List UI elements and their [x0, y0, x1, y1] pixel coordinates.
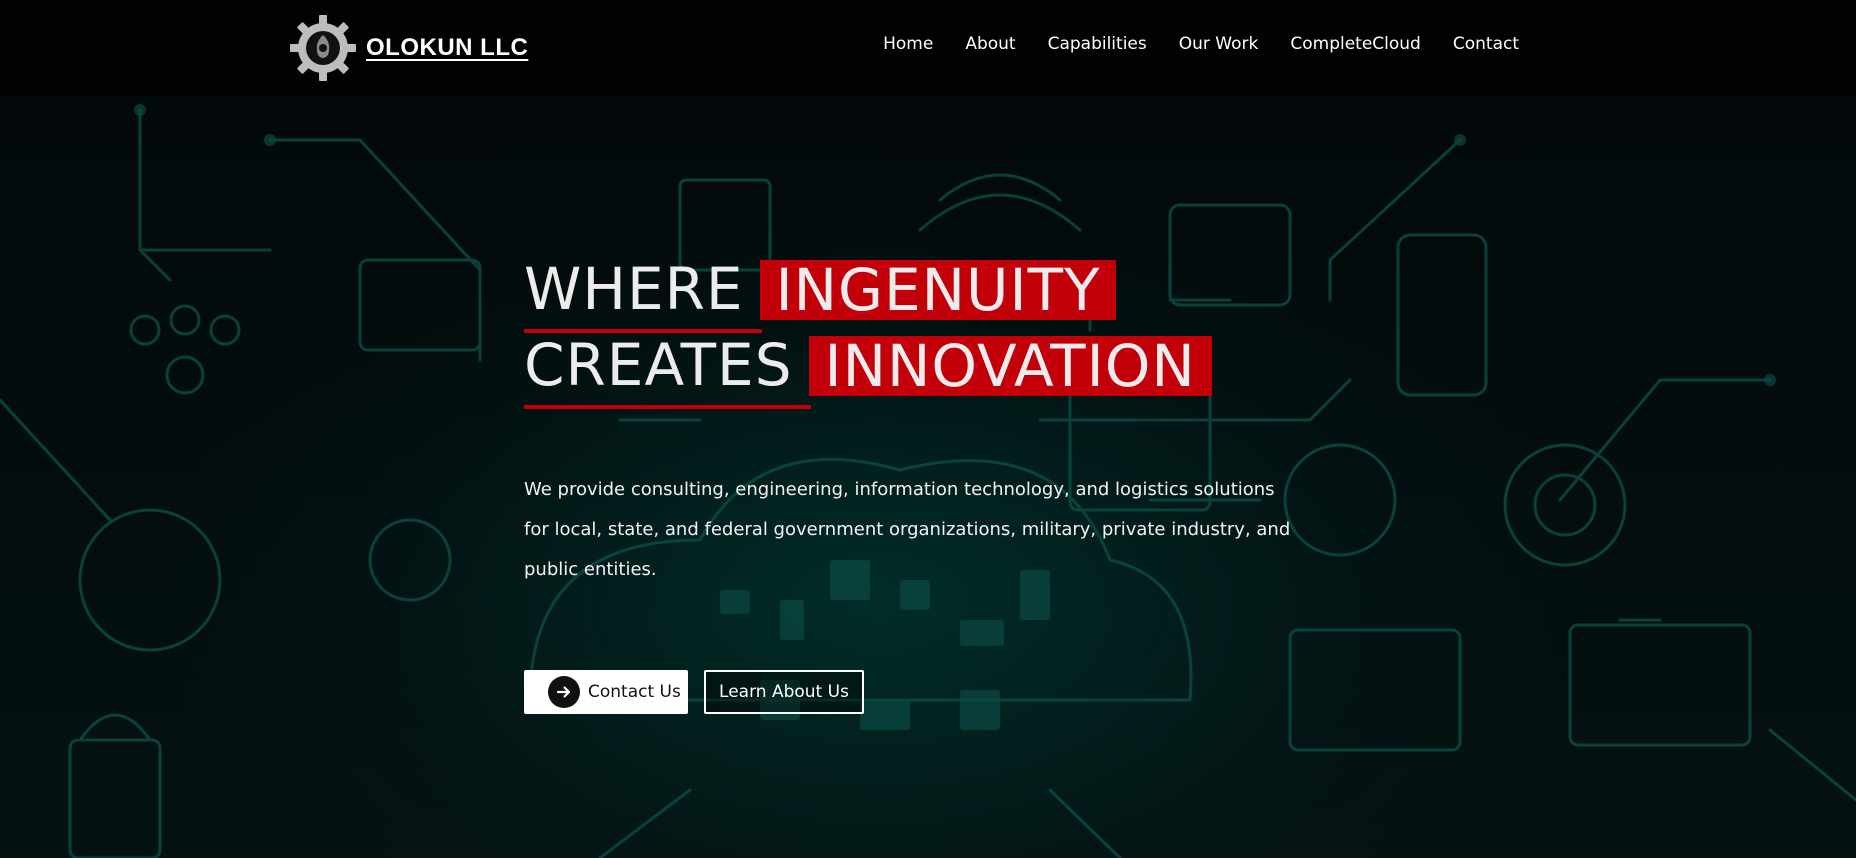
hero-title: WHERE INGENUITY CREATES INNOVATION [524, 251, 1212, 409]
nav-completecloud[interactable]: CompleteCloud [1290, 34, 1421, 54]
nav-capabilities[interactable]: Capabilities [1048, 34, 1147, 54]
learn-about-us-button[interactable]: Learn About Us [704, 670, 864, 714]
circuit-illustration [0, 104, 1856, 858]
hero-title-word-creates: CREATES [524, 327, 811, 409]
nav-home[interactable]: Home [883, 34, 933, 54]
hero-title-line-1: WHERE INGENUITY [524, 251, 1212, 333]
hero-title-word-where: WHERE [524, 251, 762, 333]
arrow-right-icon [548, 676, 580, 708]
learn-about-us-label: Learn About Us [719, 682, 849, 702]
contact-us-label: Contact Us [588, 682, 681, 702]
nav-contact[interactable]: Contact [1453, 34, 1519, 54]
hero-title-line-2: CREATES INNOVATION [524, 327, 1212, 409]
contact-us-button[interactable]: Contact Us [524, 670, 688, 714]
nav-our-work[interactable]: Our Work [1179, 34, 1259, 54]
main-nav: Home About Capabilities Our Work Complet… [0, 34, 1519, 54]
hero-description: We provide consulting, engineering, info… [524, 479, 1291, 580]
hero-title-highlight-innovation: INNOVATION [808, 336, 1212, 396]
hero-background [0, 0, 1856, 858]
hero-title-highlight-ingenuity: INGENUITY [759, 260, 1117, 320]
nav-about[interactable]: About [965, 34, 1015, 54]
site-header: OLOKUN LLC Home About Capabilities Our W… [0, 0, 1856, 96]
